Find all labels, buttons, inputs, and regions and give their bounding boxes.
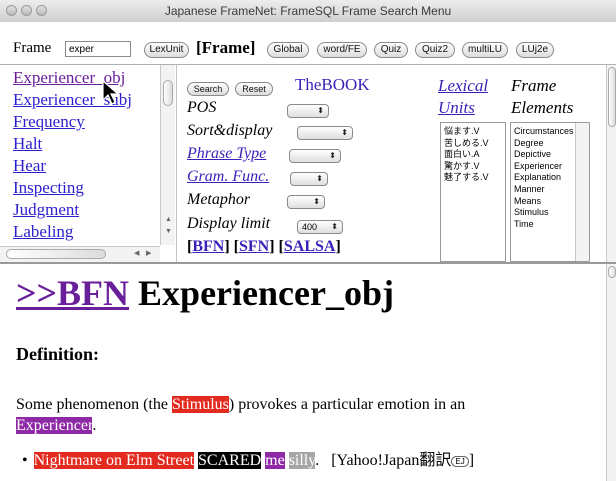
thebook-link[interactable]: TheBOOK [295, 75, 370, 95]
definition-text: Some phenomenon (the Stimulus) provokes … [16, 396, 466, 434]
bfn-detail-link[interactable]: >>BFN [16, 273, 129, 313]
frame-list-vscroll-thumb[interactable] [163, 80, 173, 106]
detail-vscrollbar[interactable] [606, 264, 616, 481]
example-target: SCARED [198, 452, 262, 469]
window-title: Japanese FrameNet: FrameSQL Frame Search… [164, 4, 452, 18]
frame-link-inspecting[interactable]: Inspecting [13, 178, 84, 198]
toolbar: Frame LexUnit [Frame] Global word/FE Qui… [0, 22, 616, 64]
pos-label: POS [187, 99, 217, 116]
gram-func-select[interactable]: ⬍ [290, 172, 328, 186]
global-button[interactable]: Global [267, 42, 309, 58]
lexical-units-list[interactable]: 悩ます.V 苦しめる.V 面白い.A 驚かす.V 魅了する.V [440, 122, 506, 262]
metaphor-select[interactable]: ⬍ [287, 195, 325, 209]
frame-elements-list[interactable]: Circumstances Degree Depictive Experiencer… [510, 122, 590, 262]
quiz-button[interactable]: Quiz [374, 42, 408, 58]
example-sentence: • Nightmare on Elm Street SCARED me silly… [22, 452, 475, 469]
lexunit-button[interactable]: LexUnit [144, 42, 189, 58]
scroll-down-arrow-icon[interactable]: ▼ [165, 227, 172, 235]
fe-stimulus-tag: Stimulus [171, 396, 229, 413]
yahoo-translate-link[interactable]: [Yahoo!Japan翻訳 [331, 452, 451, 469]
scroll-right-arrow-icon[interactable]: ▶ [146, 249, 151, 257]
top-frame-vscrollbar[interactable] [606, 65, 616, 262]
frame-link-judgment[interactable]: Judgment [13, 200, 79, 220]
definition-label: Definition: [16, 344, 99, 364]
gram-func-link[interactable]: Gram. Func. [187, 168, 269, 186]
sfn-link[interactable]: SFN [239, 238, 269, 255]
phrase-type-link[interactable]: Phrase Type [187, 145, 266, 163]
mouse-pointer-icon [102, 80, 120, 105]
scroll-up-arrow-icon[interactable]: ▲ [165, 215, 172, 223]
search-button[interactable]: Search [187, 82, 229, 96]
translate-ej-icon[interactable]: EJ [451, 455, 469, 467]
sort-display-select[interactable]: ⬍ [297, 126, 353, 140]
elements-word-label: Elements [511, 98, 574, 117]
lexical-link[interactable]: Lexical [438, 76, 488, 96]
scroll-left-arrow-icon[interactable]: ◀ [134, 249, 139, 257]
frame-word-label: Frame [511, 76, 557, 95]
frame-list-hscrollbar[interactable]: ◀ ▶ [0, 246, 160, 262]
fe-experiencer-tag: Experiencer [16, 417, 93, 434]
detail-vscroll-thumb[interactable] [608, 266, 616, 278]
frame-link-hear[interactable]: Hear [13, 156, 46, 176]
select-arrow-icon: ⬍ [316, 174, 323, 183]
select-arrow-icon: ⬍ [341, 128, 348, 137]
display-limit-value: 400 [302, 222, 318, 232]
top-frame-vscroll-thumb[interactable] [608, 67, 616, 127]
frame-link-halt[interactable]: Halt [13, 134, 42, 154]
frame-list-vscrollbar[interactable]: ▲ ▼ [160, 65, 175, 245]
reset-button[interactable]: Reset [235, 82, 273, 96]
select-arrow-icon: ⬍ [331, 222, 338, 231]
frame-list-hscroll-thumb[interactable] [6, 249, 106, 259]
frame-name-title: Experiencer_obj [138, 273, 394, 313]
metaphor-label: Metaphor [187, 191, 251, 208]
example-degree: silly [288, 452, 316, 469]
select-arrow-icon: ⬍ [329, 151, 336, 160]
frame-label: Frame [13, 40, 52, 56]
units-link[interactable]: Units [438, 98, 475, 118]
lexical-unit-item[interactable]: 悩ます.V 苦しめる.V 面白い.A 驚かす.V 魅了する.V [444, 126, 489, 184]
luj2e-button[interactable]: LUj2e [516, 42, 554, 58]
frame-list-pane: Experiencer_obj Experiencer_subj Frequen… [0, 65, 176, 262]
frame-search-input[interactable] [65, 41, 131, 57]
quiz2-button[interactable]: Quiz2 [415, 42, 455, 58]
controls-pane: Search Reset TheBOOK POS ⬍ Sort&display … [177, 65, 606, 262]
frame-link-frequency[interactable]: Frequency [13, 112, 85, 132]
detail-heading: >>BFN Experiencer_obj [16, 272, 394, 314]
example-stimulus: Nightmare on Elm Street [33, 452, 195, 469]
select-arrow-icon: ⬍ [313, 197, 320, 206]
bfn-link[interactable]: BFN [192, 238, 224, 255]
frame-link-labeling[interactable]: Labeling [13, 222, 73, 242]
display-limit-select[interactable]: 400 ⬍ [297, 220, 343, 234]
example-experiencer: me [265, 452, 285, 469]
salsa-link[interactable]: SALSA [284, 238, 336, 255]
pos-select[interactable]: ⬍ [287, 104, 329, 118]
frame-detail-pane: >>BFN Experiencer_obj Definition: Some p… [0, 262, 616, 481]
select-arrow-icon: ⬍ [317, 106, 324, 115]
frame-heading: [Frame] [196, 38, 256, 57]
phrase-type-select[interactable]: ⬍ [289, 149, 341, 163]
frame-element-item[interactable]: Circumstances Degree Depictive Experiencer… [514, 126, 574, 230]
fe-list-vscrollbar[interactable] [575, 123, 589, 261]
source-links: [BFN] [SFN] [SALSA] [187, 238, 341, 255]
sort-display-label: Sort&display [187, 122, 273, 139]
display-limit-label: Display limit [187, 215, 271, 232]
multilu-button[interactable]: multiLU [462, 42, 508, 58]
word-fe-button[interactable]: word/FE [317, 42, 367, 58]
window-titlebar[interactable]: Japanese FrameNet: FrameSQL Frame Search… [0, 0, 616, 23]
